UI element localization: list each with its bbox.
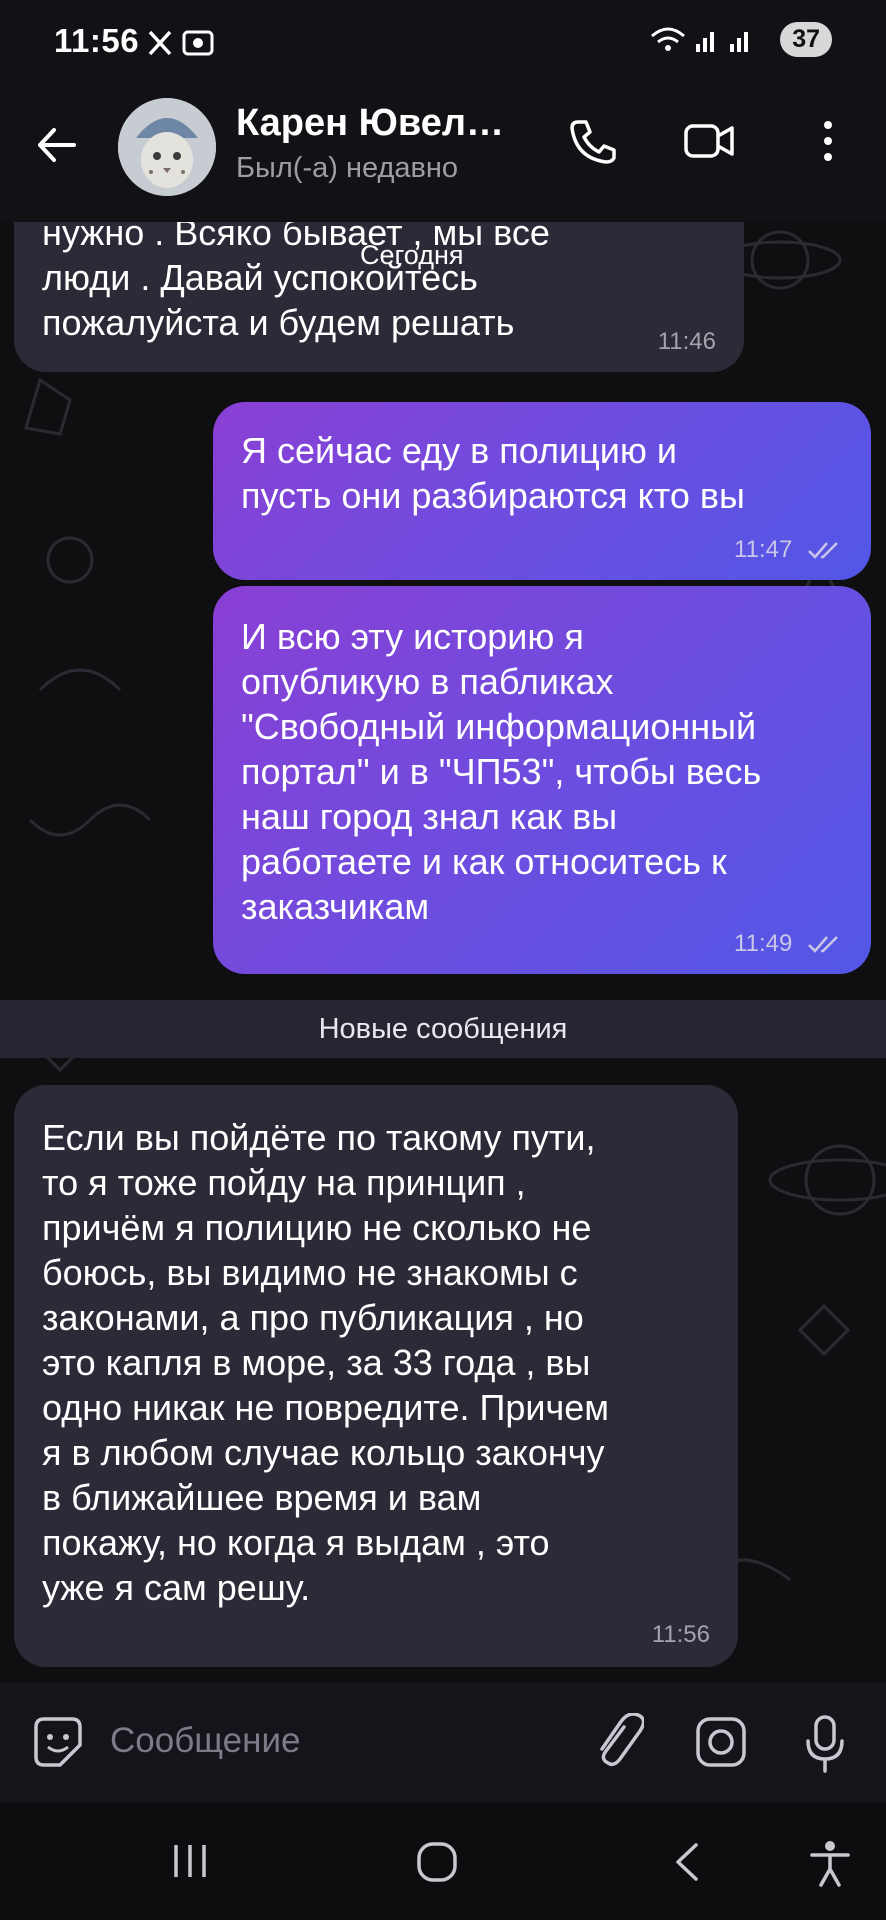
- message-time-status: 11:47: [734, 536, 843, 564]
- chat-header: Карен Ювел… Был(-а) недавно: [0, 86, 886, 222]
- camera-icon[interactable]: [692, 1713, 750, 1771]
- status-notification-icons: [148, 28, 218, 63]
- sticker-emoji-icon[interactable]: [28, 1713, 88, 1773]
- contact-avatar[interactable]: [118, 98, 216, 196]
- contact-name[interactable]: Карен Ювел…: [236, 102, 504, 145]
- phone-call-icon[interactable]: [566, 116, 616, 166]
- message-text: Если вы пойдёте по такому пути, то я тож…: [42, 1117, 609, 1608]
- more-options-icon[interactable]: [818, 116, 838, 166]
- snow-leopard-avatar-icon: [118, 98, 216, 196]
- message-input[interactable]: Сообщение: [110, 1721, 300, 1761]
- message-time: 11:46: [657, 328, 716, 355]
- new-messages-divider: Новые сообщения: [0, 1000, 886, 1058]
- read-double-check-icon: [808, 541, 838, 559]
- message-input-bar: Сообщение: [0, 1683, 886, 1803]
- system-navigation-bar: [0, 1803, 886, 1920]
- notification-icons: [148, 30, 214, 56]
- status-system-icons: 37: [648, 22, 832, 57]
- contact-status: Был(-а) недавно: [236, 152, 459, 184]
- home-icon[interactable]: [414, 1839, 460, 1885]
- message-time: 11:49: [734, 930, 793, 957]
- video-call-icon[interactable]: [682, 116, 736, 166]
- message-time: 11:47: [734, 536, 793, 563]
- message-time-status: 11:49: [734, 930, 843, 958]
- incoming-message[interactable]: Если вы пойдёте по такому пути, то я тож…: [14, 1085, 738, 1667]
- message-time: 11:56: [651, 1621, 710, 1648]
- status-bar: 11:56 37: [0, 0, 886, 86]
- microphone-icon[interactable]: [800, 1713, 850, 1775]
- battery-indicator: 37: [780, 22, 832, 57]
- attach-paperclip-icon[interactable]: [588, 1713, 644, 1773]
- back-icon[interactable]: [668, 1839, 708, 1885]
- message-text: нужно . Всяко бывает , мы все люди . Дав…: [42, 212, 550, 343]
- accessibility-icon[interactable]: [808, 1839, 852, 1889]
- back-arrow-icon[interactable]: [34, 122, 80, 168]
- outgoing-message[interactable]: Я сейчас еду в полицию и пусть они разби…: [213, 402, 871, 580]
- recent-apps-icon[interactable]: [168, 1839, 212, 1883]
- message-text: Я сейчас еду в полицию и пусть они разби…: [241, 430, 745, 516]
- new-messages-label: Новые сообщения: [318, 1012, 568, 1045]
- outgoing-message[interactable]: И всю эту историю я опубликую в пабликах…: [213, 586, 871, 974]
- status-time: 11:56: [54, 22, 140, 59]
- date-separator: Сегодня: [360, 240, 464, 270]
- signal-icons: [651, 27, 749, 52]
- message-text: И всю эту историю я опубликую в пабликах…: [241, 616, 762, 927]
- read-double-check-icon: [808, 935, 838, 953]
